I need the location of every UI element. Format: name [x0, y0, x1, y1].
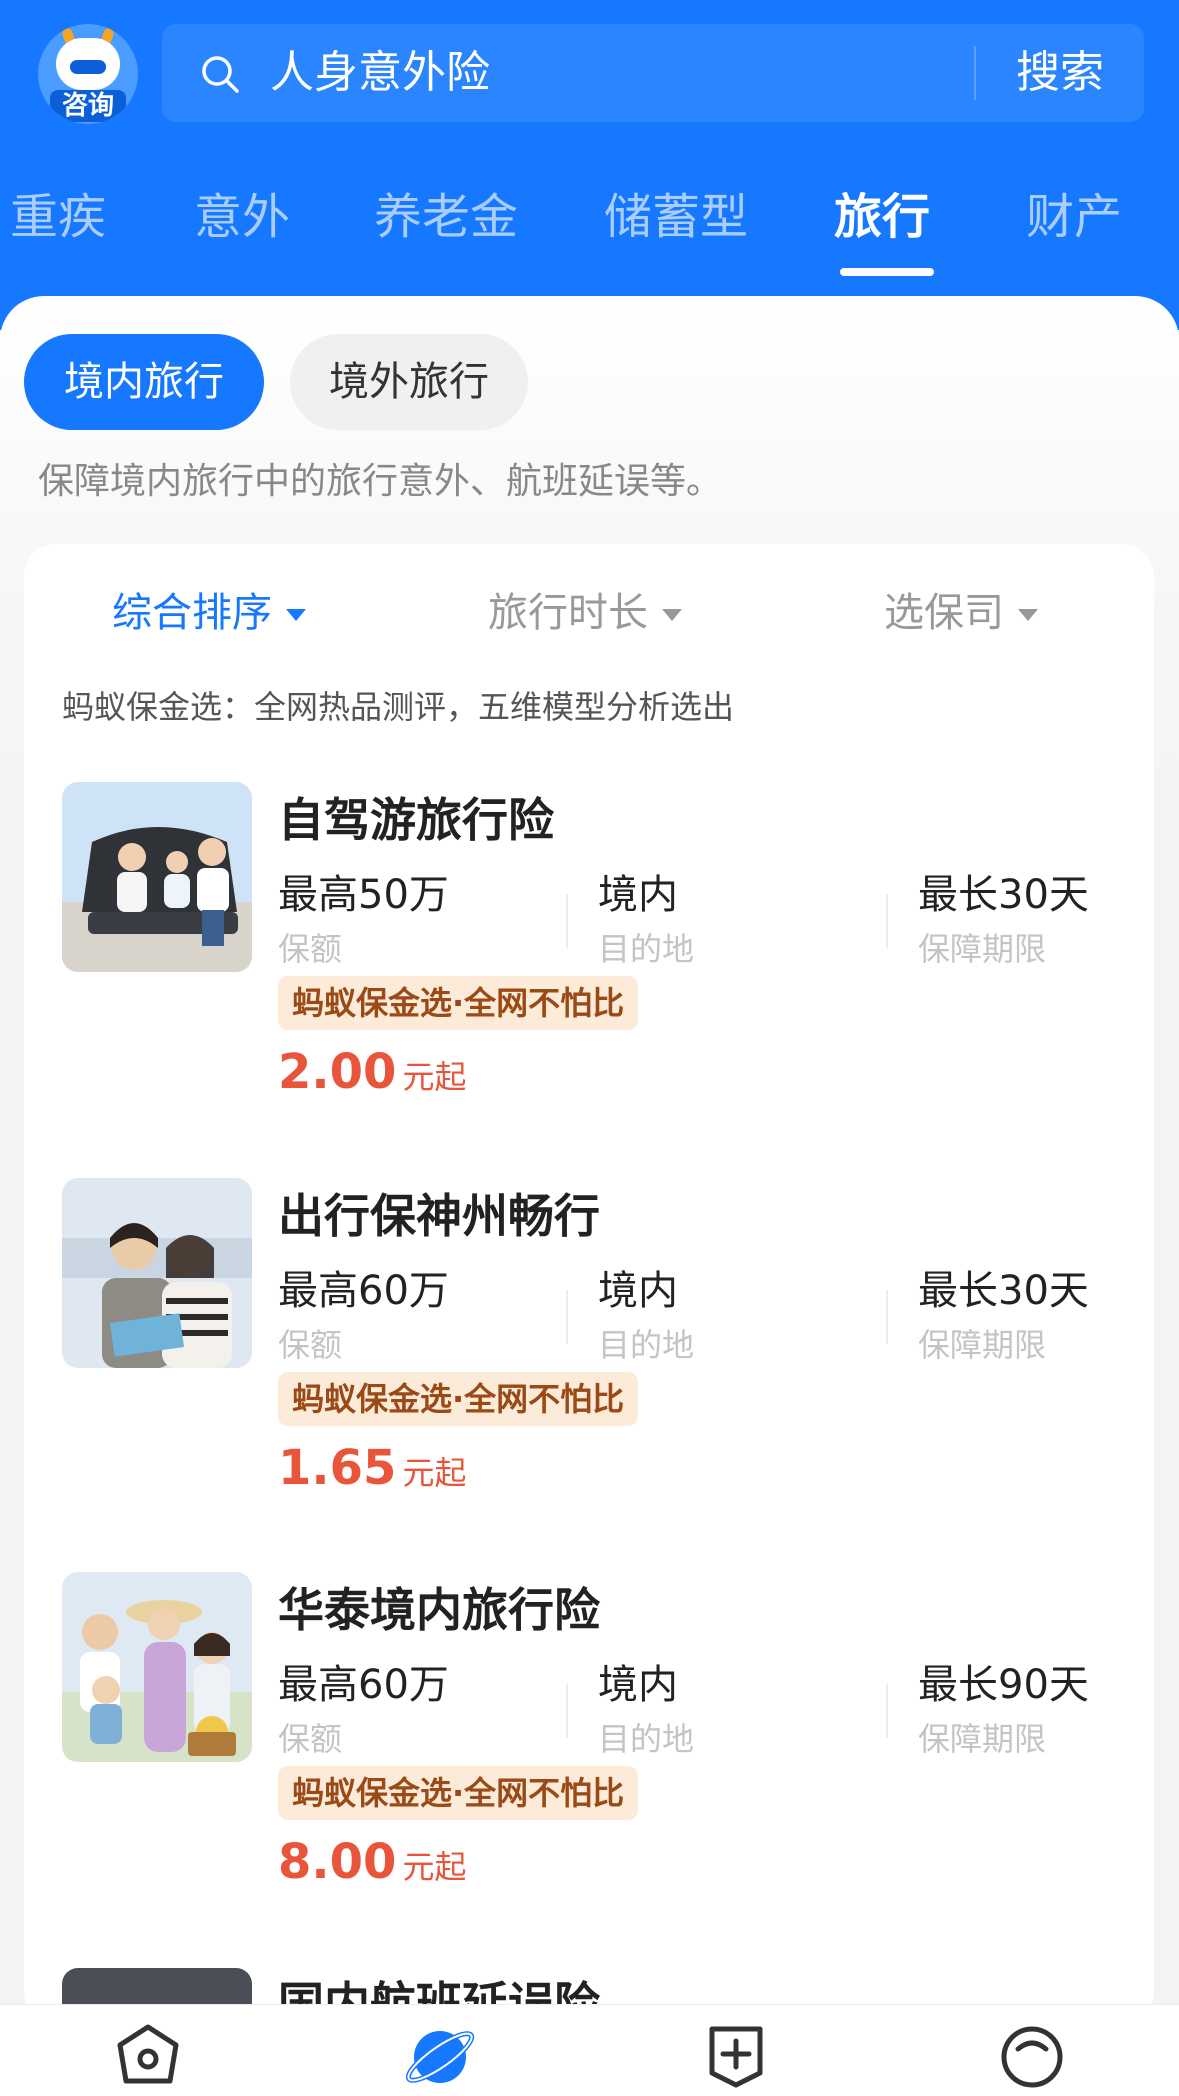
coverage-stat: 最高60万 保额 — [278, 1652, 578, 1760]
destination-label: 目的地 — [598, 1326, 695, 1364]
coverage-label: 保额 — [278, 1720, 343, 1758]
price-unit: 元起 — [402, 1454, 467, 1492]
stat-divider — [886, 894, 888, 948]
filter-duration-label: 旅行时长 — [488, 590, 648, 636]
filter-duration[interactable]: 旅行时长 — [488, 584, 682, 642]
quality-badge: 蚂蚁保金选·全网不怕比 — [278, 1372, 639, 1426]
coverage-label: 保额 — [278, 1326, 343, 1364]
price: 8.00 元起 — [278, 1834, 466, 1890]
tab-property[interactable]: 财产 — [1026, 182, 1122, 262]
destination-stat: 境内 目的地 — [598, 1652, 898, 1760]
product-name: 出行保神州畅行 — [278, 1189, 600, 1243]
period-label: 保障期限 — [918, 1326, 1047, 1364]
subtab-domestic-travel[interactable]: 境内旅行 — [24, 334, 264, 430]
stat-divider — [566, 1290, 568, 1344]
active-tab-indicator — [840, 268, 934, 276]
partial-product-card[interactable]: 国内航班延误险 — [0, 1960, 1179, 2004]
quality-badge: 蚂蚁保金选·全网不怕比 — [278, 976, 639, 1030]
bottom-nav — [0, 2004, 1179, 2096]
period-value: 最长30天 — [918, 872, 1089, 918]
caret-down-icon — [1018, 609, 1038, 621]
subtab-overseas-travel[interactable]: 境外旅行 — [290, 334, 528, 430]
price: 2.00 元起 — [278, 1044, 466, 1100]
filter-sort[interactable]: 综合排序 — [112, 584, 306, 642]
price: 1.65 元起 — [278, 1440, 466, 1496]
coverage-stat: 最高50万 保额 — [278, 862, 578, 970]
stat-divider — [566, 1684, 568, 1738]
home-icon[interactable] — [108, 2015, 188, 2095]
destination-stat: 境内 目的地 — [598, 1258, 898, 1366]
quality-badge: 蚂蚁保金选·全网不怕比 — [278, 1766, 639, 1820]
search-bar[interactable]: 人身意外险 搜索 — [162, 24, 1144, 122]
add-icon[interactable] — [696, 2015, 776, 2095]
product-name: 华泰境内旅行险 — [278, 1583, 600, 1637]
filter-insurer[interactable]: 选保司 — [884, 584, 1038, 642]
product-image — [62, 1968, 252, 2004]
consult-button[interactable]: 咨询 — [38, 24, 138, 124]
destination-value: 境内 — [598, 872, 678, 918]
product-name: 国内航班延误险 — [278, 1977, 600, 2004]
planet-icon[interactable] — [400, 2015, 480, 2095]
tab-travel[interactable]: 旅行 — [834, 182, 930, 262]
product-image — [62, 1178, 252, 1368]
coverage-value: 最高60万 — [278, 1268, 449, 1314]
consult-label: 咨询 — [50, 90, 126, 122]
price-unit: 元起 — [402, 1848, 467, 1886]
period-stat: 最长30天 保障期限 — [918, 862, 1179, 970]
selection-tagline: 蚂蚁保金选：全网热品测评，五维模型分析选出 — [62, 688, 735, 726]
coverage-value: 最高50万 — [278, 872, 449, 918]
coverage-label: 保额 — [278, 930, 343, 968]
tab-critical-illness[interactable]: 重疾 — [10, 182, 106, 262]
period-label: 保障期限 — [918, 930, 1047, 968]
stat-divider — [886, 1290, 888, 1344]
tab-pension[interactable]: 养老金 — [374, 182, 518, 262]
category-description: 保障境内旅行中的旅行意外、航班延误等。 — [38, 461, 723, 502]
stat-divider — [886, 1684, 888, 1738]
destination-stat: 境内 目的地 — [598, 862, 898, 970]
search-button[interactable]: 搜索 — [976, 24, 1144, 122]
product-name: 自驾游旅行险 — [278, 793, 554, 847]
period-value: 最长30天 — [918, 1268, 1089, 1314]
search-input[interactable]: 人身意外险 — [270, 24, 490, 122]
price-value: 2.00 — [278, 1044, 397, 1100]
filter-sort-label: 综合排序 — [112, 590, 272, 636]
profile-icon[interactable] — [992, 2015, 1072, 2095]
coverage-stat: 最高60万 保额 — [278, 1258, 578, 1366]
destination-value: 境内 — [598, 1662, 678, 1708]
destination-label: 目的地 — [598, 1720, 695, 1758]
price-unit: 元起 — [402, 1058, 467, 1096]
stat-divider — [566, 894, 568, 948]
destination-value: 境内 — [598, 1268, 678, 1314]
period-value: 最长90天 — [918, 1662, 1089, 1708]
product-image — [62, 782, 252, 972]
tab-accident[interactable]: 意外 — [194, 182, 290, 262]
robot-eyes-icon — [70, 60, 106, 74]
search-icon — [202, 56, 239, 93]
category-tabs: 重疾 意外 养老金 储蓄型 旅行 财产 — [0, 182, 1179, 262]
filter-insurer-label: 选保司 — [884, 590, 1004, 636]
period-label: 保障期限 — [918, 1720, 1047, 1758]
price-value: 8.00 — [278, 1834, 397, 1890]
product-card[interactable]: 出行保神州畅行 最高60万 保额 境内 目的地 最长30天 保障期限 蚂蚁保金选… — [0, 1178, 1179, 1508]
period-stat: 最长30天 保障期限 — [918, 1258, 1179, 1366]
caret-down-icon — [662, 609, 682, 621]
period-stat: 最长90天 保障期限 — [918, 1652, 1179, 1760]
product-card[interactable]: 自驾游旅行险 最高50万 保额 境内 目的地 最长30天 保障期限 蚂蚁保金选·… — [0, 782, 1179, 1112]
price-value: 1.65 — [278, 1440, 397, 1496]
caret-down-icon — [286, 609, 306, 621]
destination-label: 目的地 — [598, 930, 695, 968]
tab-savings[interactable]: 储蓄型 — [604, 182, 748, 262]
coverage-value: 最高60万 — [278, 1662, 449, 1708]
product-image — [62, 1572, 252, 1762]
product-card[interactable]: 华泰境内旅行险 最高60万 保额 境内 目的地 最长90天 保障期限 蚂蚁保金选… — [0, 1572, 1179, 1902]
